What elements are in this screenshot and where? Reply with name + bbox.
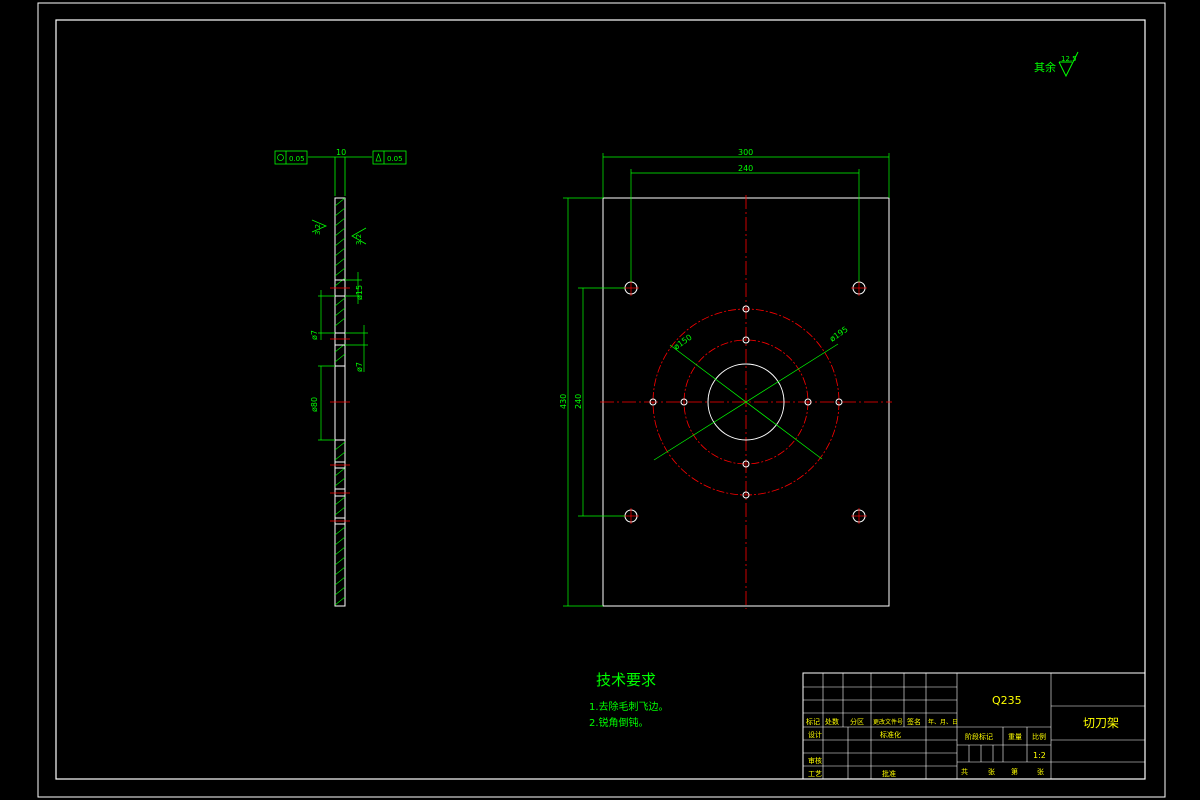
tb-header-5: 年、月、日 (928, 718, 958, 726)
side-view: 10 0.05 0.05 3.2 3.2 ø7 ø7 ø15 ø80 (274, 148, 407, 607)
side-dim-d1: ø7 (310, 330, 319, 340)
tech-title: 技术要求 (596, 671, 656, 689)
title-part-name: 切刀架 (1083, 716, 1119, 730)
side-roughness-2: 3.2 (355, 234, 363, 245)
tb-review: 审核 (808, 756, 822, 765)
tb-sheet-no: 第 (1011, 767, 1018, 776)
tb-design: 设计 (808, 730, 822, 739)
tb-process: 工艺 (808, 770, 822, 778)
cad-drawing: 其余 12.5 10 0.05 0.05 3.2 3.2 ø7 ø7 ø15 ø… (37, 2, 1166, 798)
tech-requirements: 技术要求 1.去除毛刺飞边。 2.锐角倒钝。 (589, 671, 669, 729)
tb-scale-label: 比例 (1032, 732, 1046, 741)
side-dim-d4: ø80 (310, 397, 319, 412)
side-thickness-dim: 10 (336, 148, 346, 157)
front-width-total: 300 (738, 148, 753, 157)
tb-sheets-total: 共 (961, 767, 968, 776)
side-dim-d3: ø15 (355, 285, 364, 300)
side-roughness-1: 3.2 (314, 224, 322, 235)
tb-header-0: 标记 (806, 717, 820, 726)
front-height-total: 430 (559, 394, 568, 409)
front-width-holes: 240 (738, 164, 753, 173)
roughness-note-value: 12.5 (1061, 55, 1077, 63)
title-block: Q235 切刀架 1:2 标记 处数 分区 更改文件号 签名 年、月、日 设计 … (802, 672, 1146, 780)
front-dia-bolt: ø195 (828, 325, 850, 344)
roughness-note-label: 其余 (1034, 60, 1056, 74)
title-material: Q235 (992, 694, 1022, 707)
front-height-holes: 240 (574, 394, 583, 409)
tb-standard: 标准化 (880, 730, 901, 739)
tb-header-3: 更改文件号 (873, 718, 903, 726)
tb-header-2: 分区 (850, 717, 864, 726)
roughness-note: 其余 12.5 (1034, 51, 1079, 78)
parallelism-icon (375, 152, 382, 162)
side-dim-d2: ø7 (355, 362, 364, 372)
tb-header-4: 签名 (907, 717, 921, 726)
tb-header-1: 处数 (825, 717, 839, 726)
front-dimension-lines (563, 153, 890, 607)
tolerance-frame-right: 0.05 (372, 150, 407, 165)
tb-sheet-word: 张 (1037, 767, 1044, 776)
title-scale: 1:2 (1033, 751, 1046, 760)
tb-sheets-word: 张 (988, 767, 995, 776)
tolerance-frame-left: 0.05 (274, 150, 308, 165)
front-dia-outer: ø150 (672, 333, 694, 352)
tech-item-2: 2.锐角倒钝。 (589, 716, 649, 729)
side-hatching (334, 197, 346, 606)
flatness-icon (277, 154, 284, 161)
tb-approve: 批准 (882, 769, 896, 778)
tb-stage-mark: 阶段标记 (965, 732, 993, 741)
side-centerlines (330, 287, 350, 522)
front-view: 300 240 430 240 ø150 ø195 (559, 148, 892, 609)
tb-weight: 重量 (1008, 733, 1022, 741)
tolerance-left-value: 0.05 (289, 155, 305, 163)
inner-frame (55, 19, 1146, 780)
tolerance-right-value: 0.05 (387, 155, 403, 163)
tech-item-1: 1.去除毛刺飞边。 (589, 700, 669, 713)
